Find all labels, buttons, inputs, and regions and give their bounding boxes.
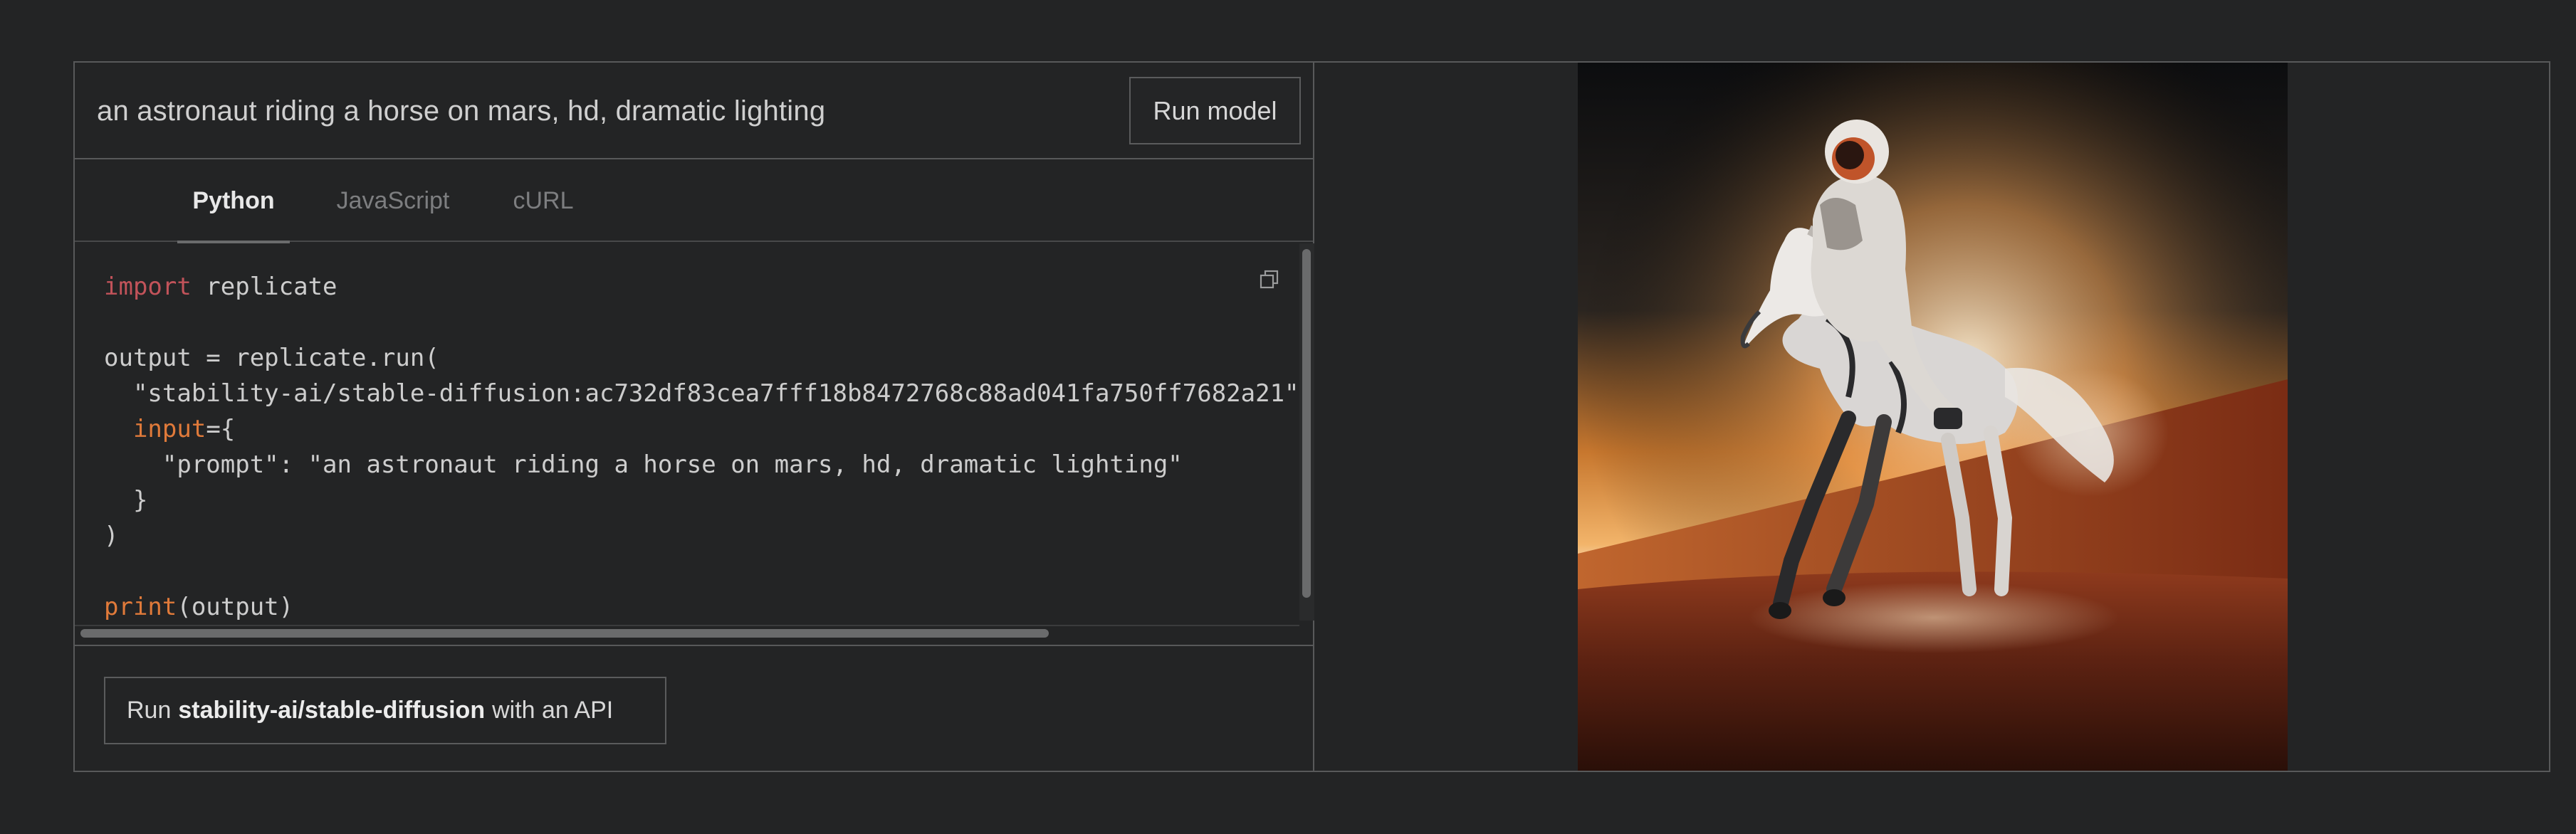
- run-with-api-button[interactable]: Run stability-ai/stable-diffusion with a…: [104, 677, 666, 744]
- code-line: "prompt": "an astronaut riding a horse o…: [104, 450, 1183, 479]
- tab-javascript[interactable]: JavaScript: [318, 159, 468, 242]
- code-keyword: print: [104, 593, 177, 621]
- model-demo-panel: an astronaut riding a horse on mars, hd,…: [73, 61, 2550, 772]
- code-line: output = replicate.run(: [104, 344, 439, 372]
- code-line: ): [104, 522, 119, 550]
- horizontal-scrollbar[interactable]: [75, 625, 1299, 639]
- code-block: import replicate output = replicate.run(…: [75, 243, 1299, 625]
- code-panel: an astronaut riding a horse on mars, hd,…: [75, 63, 1314, 771]
- astronaut-horse-image: [1578, 63, 2288, 771]
- output-image: [1578, 63, 2288, 771]
- code-line: replicate: [191, 273, 337, 301]
- code-keyword: input: [132, 415, 206, 443]
- prompt-input[interactable]: an astronaut riding a horse on mars, hd,…: [97, 95, 825, 127]
- horizontal-scroll-thumb[interactable]: [80, 629, 1049, 638]
- copy-icon[interactable]: [1259, 269, 1280, 290]
- vertical-scrollbar[interactable]: [1299, 243, 1314, 621]
- tab-python[interactable]: Python: [177, 159, 290, 243]
- prompt-row: an astronaut riding a horse on mars, hd,…: [75, 63, 1313, 159]
- code-text: import replicate output = replicate.run(…: [104, 269, 1299, 625]
- api-button-model: stability-ai/stable-diffusion: [178, 697, 486, 724]
- output-panel: [1314, 63, 2549, 771]
- divider: [75, 645, 1313, 646]
- tab-curl[interactable]: cURL: [501, 159, 586, 242]
- code-line: ={: [206, 415, 236, 443]
- api-button-suffix: with an API: [492, 697, 614, 724]
- vertical-scroll-thumb[interactable]: [1302, 249, 1311, 598]
- run-model-button[interactable]: Run model: [1129, 77, 1301, 144]
- code-line: "stability-ai/stable-diffusion:ac732df83…: [104, 379, 1299, 408]
- code-line: }: [104, 486, 148, 514]
- code-keyword: import: [104, 273, 192, 301]
- api-button-prefix: Run: [127, 697, 172, 724]
- code-line: (output): [177, 593, 294, 621]
- language-tabs: Python JavaScript cURL: [75, 159, 1313, 243]
